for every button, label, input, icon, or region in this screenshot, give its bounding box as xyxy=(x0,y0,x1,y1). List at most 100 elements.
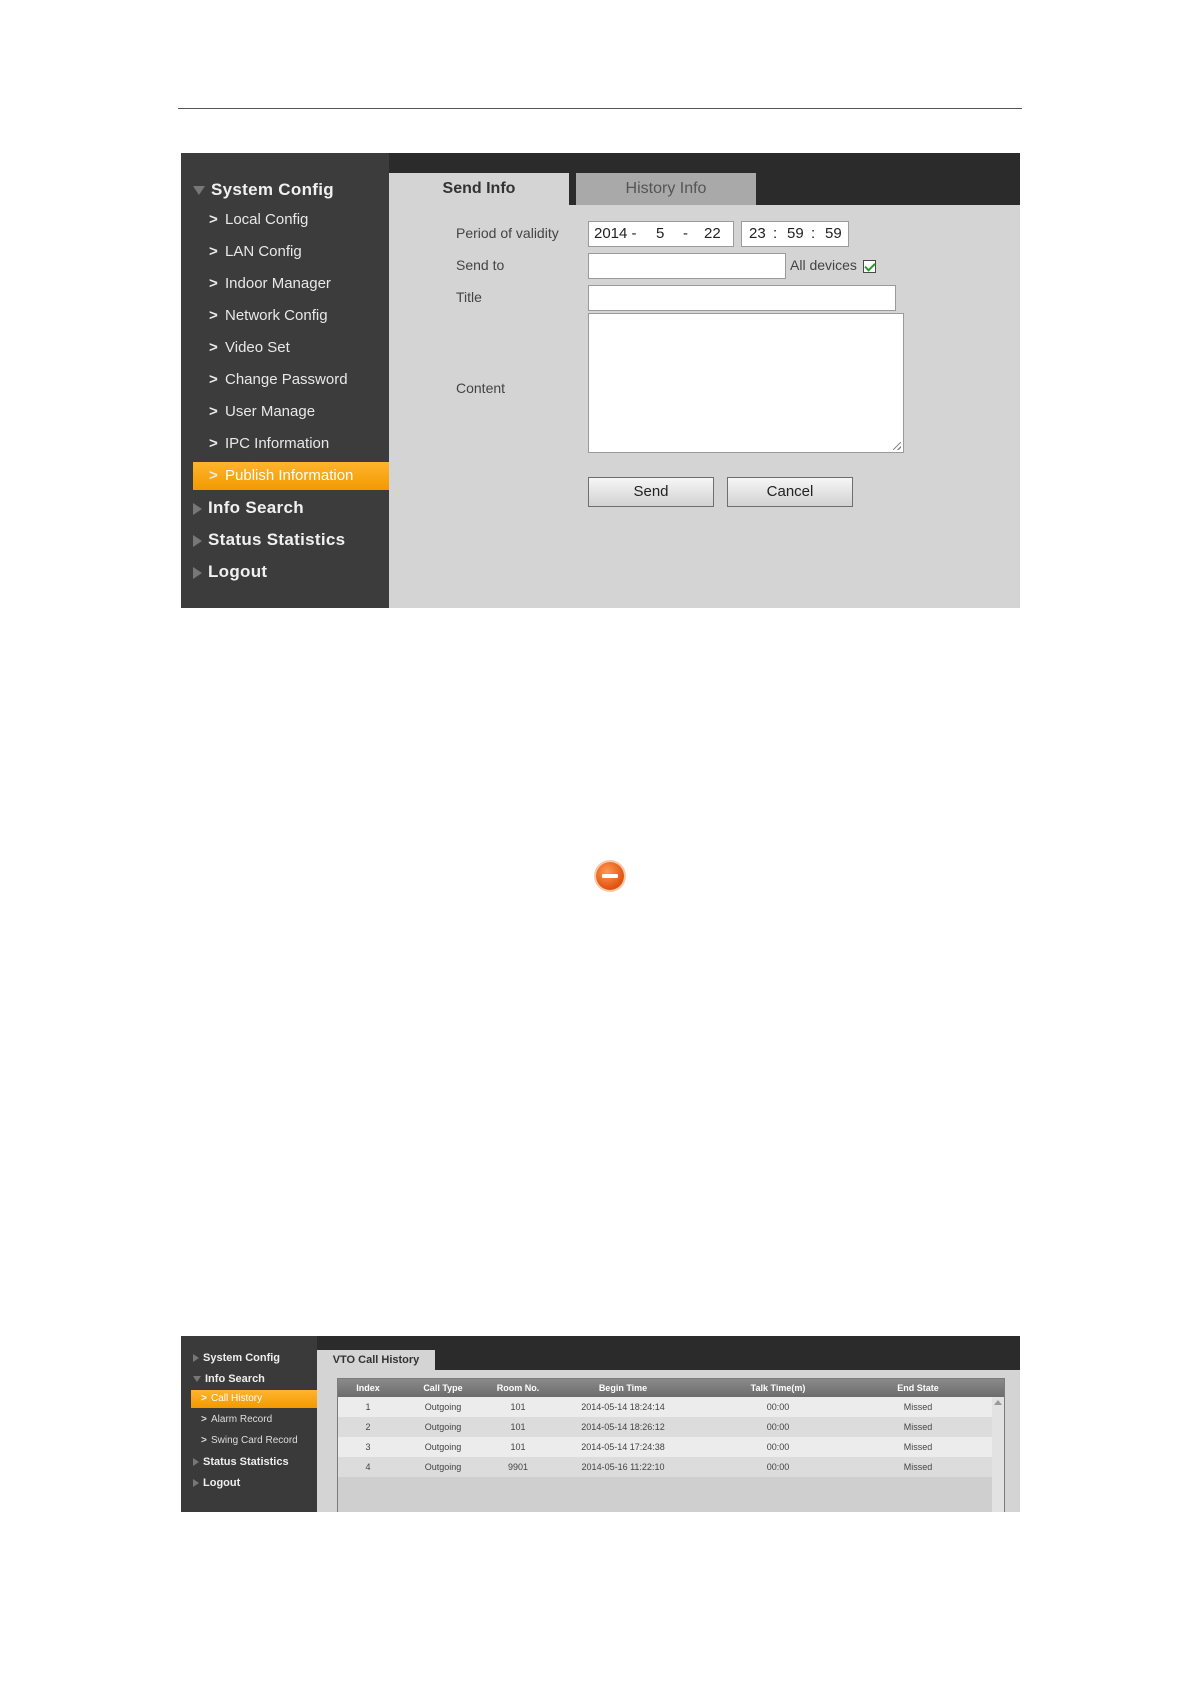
cell-begin-time: 2014-05-14 17:24:38 xyxy=(581,1442,665,1452)
header-rule xyxy=(178,108,1022,109)
all-devices-checkbox[interactable] xyxy=(863,260,876,273)
collapsed-triangle-icon xyxy=(193,1479,199,1488)
sidebar-group-logout[interactable]: Logout xyxy=(193,559,267,585)
title-input[interactable] xyxy=(588,285,896,311)
sidebar: System Config Info Search > Call History … xyxy=(181,1336,317,1512)
column-header[interactable]: Begin Time xyxy=(548,1379,698,1397)
title-label: Title xyxy=(456,289,482,305)
sidebar-item-call-history[interactable]: > Call History xyxy=(191,1390,317,1408)
cell-index: 4 xyxy=(365,1462,371,1472)
column-header[interactable]: End State xyxy=(858,1379,978,1397)
date-month[interactable]: 5 xyxy=(656,225,664,242)
date-day[interactable]: 22 xyxy=(704,225,721,242)
chevron-right-icon: > xyxy=(209,467,218,484)
sidebar-group-status-statistics[interactable]: Status Statistics xyxy=(193,1453,289,1471)
collapsed-triangle-icon xyxy=(193,502,202,515)
cell-begin-time: 2014-05-16 11:22:10 xyxy=(581,1462,665,1472)
content-textarea[interactable] xyxy=(588,313,904,453)
collapsed-triangle-icon xyxy=(193,1458,199,1467)
period-label: Period of validity xyxy=(456,225,559,241)
sidebar-group-info-search[interactable]: Info Search xyxy=(193,495,304,521)
column-header[interactable]: Room No. xyxy=(488,1379,548,1397)
cell-room-no: 101 xyxy=(510,1402,526,1412)
sidebar-item-ipc-information[interactable]: > IPC Information xyxy=(193,430,389,458)
sidebar-item-video-set[interactable]: > Video Set xyxy=(193,334,389,362)
sidebar-item-network-config[interactable]: > Network Config xyxy=(193,302,389,330)
chevron-right-icon: > xyxy=(209,371,218,388)
tab-history-info[interactable]: History Info xyxy=(576,173,756,205)
sidebar-item-lan-config[interactable]: > LAN Config xyxy=(193,238,389,266)
table-header: Index Call Type Room No. Begin Time Talk… xyxy=(338,1379,1004,1397)
chevron-right-icon: > xyxy=(201,1435,207,1446)
tab-vto-call-history[interactable]: VTO Call History xyxy=(317,1350,435,1370)
cancel-button[interactable]: Cancel xyxy=(727,477,853,507)
cell-call-type: Outgoing xyxy=(424,1442,462,1452)
table-row[interactable]: 4 Outgoing 9901 2014-05-16 11:22:10 00:0… xyxy=(338,1457,992,1477)
cell-end-state: Missed xyxy=(903,1442,933,1452)
time-field[interactable]: 23 : 59 : 59 xyxy=(741,221,849,247)
tab-send-info[interactable]: Send Info xyxy=(389,173,569,205)
table-scrollbar[interactable] xyxy=(992,1397,1004,1512)
time-separator: : xyxy=(773,225,778,242)
sidebar-item-swing-card-record[interactable]: > Swing Card Record xyxy=(191,1432,317,1450)
column-header[interactable]: Call Type xyxy=(398,1379,488,1397)
sidebar-group-info-search[interactable]: Info Search xyxy=(193,1370,265,1388)
sidebar-item-alarm-record[interactable]: > Alarm Record xyxy=(191,1411,317,1429)
cell-room-no: 101 xyxy=(510,1442,526,1452)
cell-begin-time: 2014-05-14 18:26:12 xyxy=(581,1422,665,1432)
time-separator: : xyxy=(811,225,816,242)
all-devices-label: All devices xyxy=(790,257,857,273)
cell-room-no: 101 xyxy=(510,1422,526,1432)
send-to-label: Send to xyxy=(456,257,505,273)
cell-index: 1 xyxy=(365,1402,371,1412)
collapsed-triangle-icon xyxy=(193,566,202,579)
publish-information-screenshot: System Config > Local Config > LAN Config … xyxy=(181,153,1020,608)
expanded-triangle-icon xyxy=(193,1376,201,1383)
call-history-table: Index Call Type Room No. Begin Time Talk… xyxy=(337,1378,1005,1512)
collapsed-triangle-icon xyxy=(193,1354,199,1363)
cell-end-state: Missed xyxy=(903,1402,933,1412)
expanded-triangle-icon xyxy=(193,186,205,196)
sidebar-item-user-manage[interactable]: > User Manage xyxy=(193,398,389,426)
column-header[interactable]: Talk Time(m) xyxy=(718,1379,838,1397)
cell-talk-time: 00:00 xyxy=(766,1462,790,1472)
content-label: Content xyxy=(456,380,506,396)
cell-index: 2 xyxy=(365,1422,371,1432)
scroll-up-icon[interactable] xyxy=(994,1400,1002,1405)
sidebar-group-status-statistics[interactable]: Status Statistics xyxy=(193,527,345,553)
sidebar-item-change-password[interactable]: > Change Password xyxy=(193,366,389,394)
sidebar-group-system-config[interactable]: System Config xyxy=(193,177,334,203)
table-row[interactable]: 1 Outgoing 101 2014-05-14 18:24:14 00:00… xyxy=(338,1397,992,1417)
sidebar-group-system-config[interactable]: System Config xyxy=(193,1349,280,1367)
chevron-right-icon: > xyxy=(209,403,218,420)
cell-end-state: Missed xyxy=(903,1462,933,1472)
time-second[interactable]: 59 xyxy=(825,225,842,242)
resize-grip-icon[interactable] xyxy=(893,442,901,450)
call-history-screenshot: System Config Info Search > Call History … xyxy=(181,1336,1020,1512)
cell-index: 3 xyxy=(365,1442,371,1452)
chevron-right-icon: > xyxy=(209,339,218,356)
sidebar-group-logout[interactable]: Logout xyxy=(193,1474,240,1492)
sidebar: System Config > Local Config > LAN Config … xyxy=(181,153,389,608)
sidebar-item-indoor-manager[interactable]: > Indoor Manager xyxy=(193,270,389,298)
chevron-right-icon: > xyxy=(201,1393,207,1404)
chevron-right-icon: > xyxy=(209,243,218,260)
chevron-right-icon: > xyxy=(209,275,218,292)
time-hour[interactable]: 23 xyxy=(749,225,766,242)
send-info-panel: Period of validity 2014 - 5 - 22 23 : 59… xyxy=(389,205,1020,608)
chevron-right-icon: > xyxy=(209,307,218,324)
sidebar-item-publish-information[interactable]: > Publish Information xyxy=(193,462,389,490)
column-header[interactable]: Index xyxy=(338,1379,398,1397)
table-row[interactable]: 3 Outgoing 101 2014-05-14 17:24:38 00:00… xyxy=(338,1437,992,1457)
stop-icon xyxy=(596,862,624,890)
time-minute[interactable]: 59 xyxy=(787,225,804,242)
collapsed-triangle-icon xyxy=(193,534,202,547)
cell-talk-time: 00:00 xyxy=(766,1442,790,1452)
date-field[interactable]: 2014 - 5 - 22 xyxy=(588,221,734,247)
table-row[interactable]: 2 Outgoing 101 2014-05-14 18:26:12 00:00… xyxy=(338,1417,992,1437)
cell-begin-time: 2014-05-14 18:24:14 xyxy=(581,1402,665,1412)
sidebar-item-local-config[interactable]: > Local Config xyxy=(193,206,389,234)
send-to-input[interactable] xyxy=(588,253,786,279)
send-button[interactable]: Send xyxy=(588,477,714,507)
date-year[interactable]: 2014 - xyxy=(594,225,637,242)
